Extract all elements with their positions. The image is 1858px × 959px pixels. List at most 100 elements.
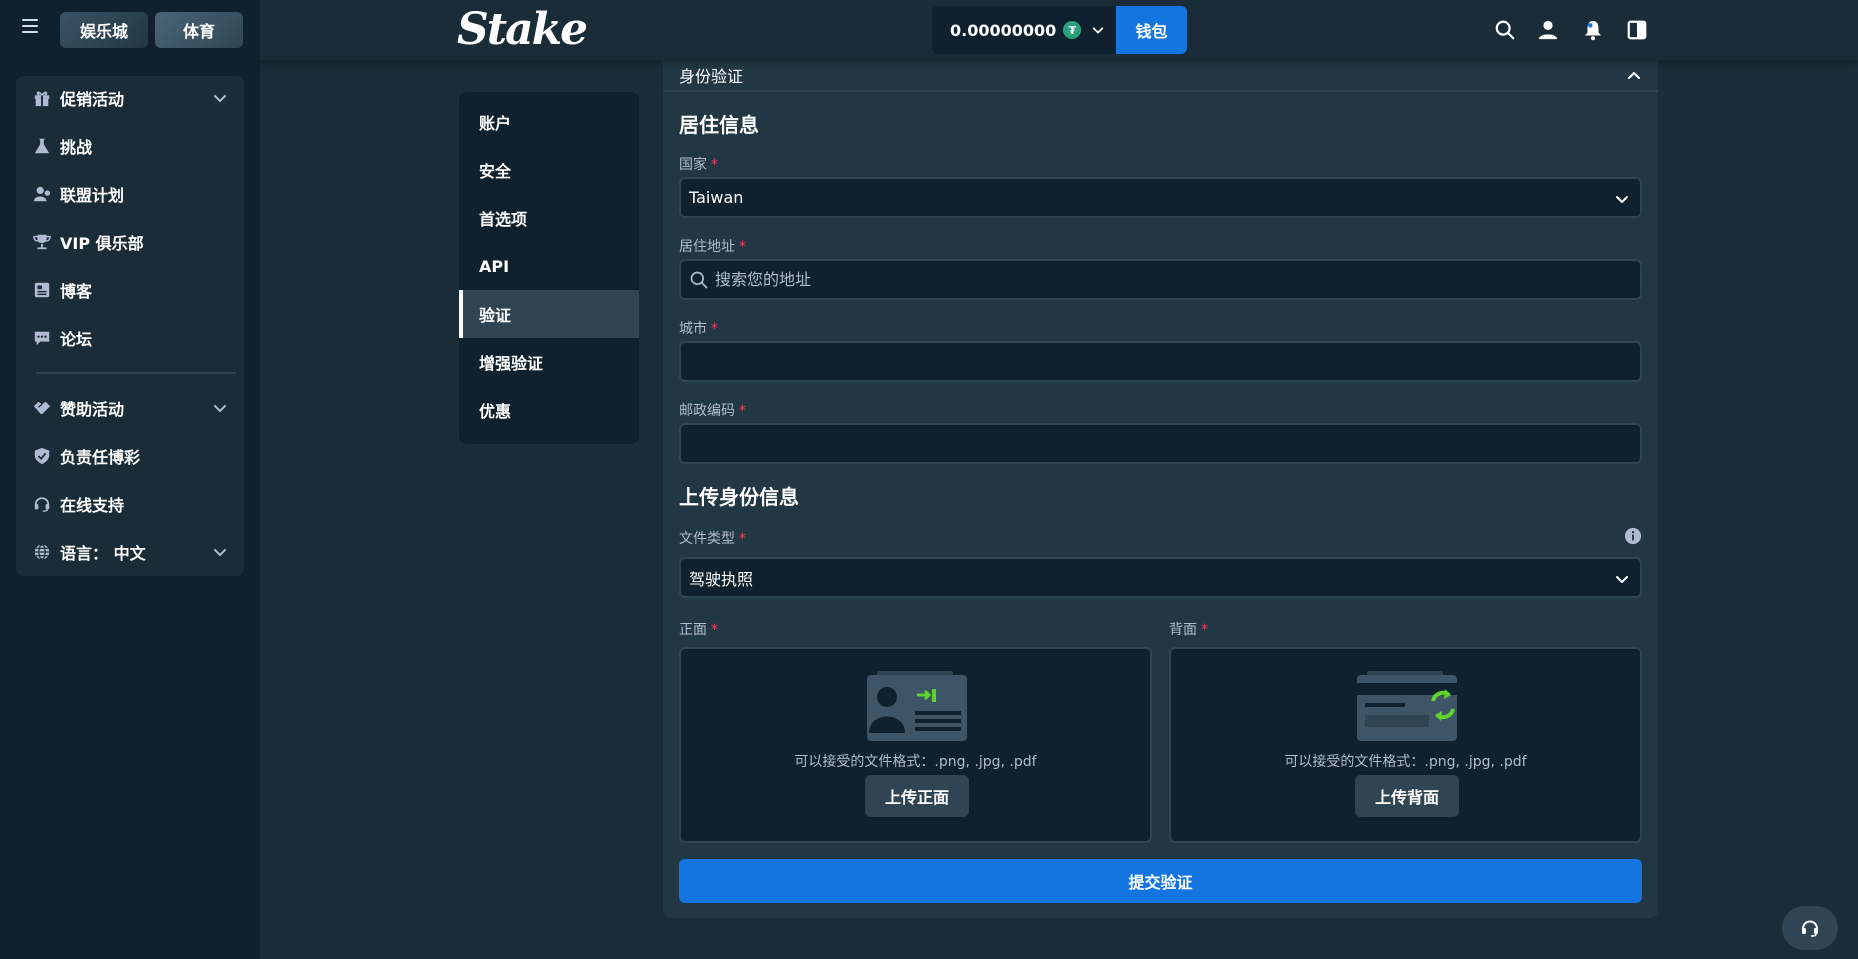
upload-front-button[interactable]: 上传正面 — [865, 775, 969, 817]
chevron-down-icon — [214, 405, 226, 413]
sidebar-menu: 促销活动 挑战 联盟计划 VIP 俱乐部 博客 论坛 赞助活动 负责任博彩 在线… — [16, 76, 244, 576]
upload-section-title: 上传身份信息 — [679, 485, 799, 509]
trophy-icon — [32, 232, 52, 252]
residence-section-title: 居住信息 — [679, 113, 759, 137]
sidebar-item-forum[interactable]: 论坛 — [16, 318, 244, 358]
stake-logo[interactable]: Stake — [457, 4, 588, 55]
headset-icon — [1802, 920, 1818, 937]
postal-code-input[interactable] — [689, 434, 1640, 453]
city-input[interactable] — [689, 352, 1640, 371]
gift-icon — [32, 88, 52, 108]
top-bar: Stake 0.00000000 ₮ 钱包 — [0, 0, 1858, 60]
blog-icon — [32, 280, 52, 300]
required-mark: * — [739, 239, 746, 255]
handshake-icon — [32, 398, 52, 418]
address-label-text: 居住地址 — [679, 239, 735, 255]
sidebar-item-label: 博客 — [60, 282, 93, 301]
left-sidebar: 娱乐城 体育 促销活动 挑战 联盟计划 VIP 俱乐部 博客 论坛 赞助活动 负… — [0, 0, 260, 959]
globe-icon — [32, 542, 52, 562]
settings-nav-preferences[interactable]: 首选项 — [459, 194, 639, 242]
front-upload-dropzone[interactable]: 可以接受的文件格式：.png, .jpg, .pdf 上传正面 — [679, 647, 1152, 843]
user-icon[interactable] — [1537, 19, 1559, 41]
casino-tab[interactable]: 娱乐城 — [60, 12, 148, 48]
back-upload-dropzone[interactable]: 可以接受的文件格式：.png, .jpg, .pdf 上传背面 — [1169, 647, 1642, 843]
chevron-down-icon — [1093, 27, 1104, 34]
settings-nav-offers[interactable]: 优惠 — [459, 386, 639, 434]
chevron-up-icon[interactable] — [1626, 68, 1642, 84]
menu-icon[interactable] — [22, 19, 38, 35]
id-card-front-icon — [867, 671, 967, 741]
wallet-button[interactable]: 钱包 — [1116, 6, 1187, 54]
sidebar-item-label: 促销活动 — [60, 90, 125, 109]
sidebar-item-label: 论坛 — [60, 330, 93, 349]
upload-back-button[interactable]: 上传背面 — [1355, 775, 1459, 817]
document-type-select[interactable]: 驾驶执照 — [679, 557, 1642, 598]
sidebar-divider — [36, 372, 236, 374]
chat-icon — [32, 328, 52, 348]
chevron-down-icon — [1616, 576, 1628, 583]
sidebar-item-live-support[interactable]: 在线支持 — [16, 484, 244, 524]
sidebar-item-language[interactable]: 语言： 中文 — [16, 532, 244, 572]
postal-code-field[interactable] — [679, 423, 1642, 464]
address-search-input[interactable] — [715, 270, 1640, 289]
back-label-text: 背面 — [1169, 622, 1197, 638]
city-label-text: 城市 — [679, 321, 707, 337]
live-support-button[interactable] — [1782, 906, 1838, 950]
sidebar-item-label: 赞助活动 — [60, 400, 125, 419]
sports-tab[interactable]: 体育 — [155, 12, 243, 48]
address-label: 居住地址 * — [679, 236, 746, 256]
tether-icon: ₮ — [1063, 21, 1082, 39]
sidebar-item-label: VIP 俱乐部 — [60, 234, 144, 253]
settings-nav-enhanced-verification[interactable]: 增强验证 — [459, 338, 639, 386]
sidebar-item-sponsorships[interactable]: 赞助活动 — [16, 388, 244, 428]
sidebar-item-label: 挑战 — [60, 138, 93, 157]
panel-header-title: 身份验证 — [679, 67, 744, 86]
balance-selector[interactable]: 0.00000000 ₮ — [932, 6, 1116, 54]
headset-icon — [32, 494, 52, 514]
sidebar-item-responsible-gambling[interactable]: 负责任博彩 — [16, 436, 244, 476]
chevron-down-icon — [214, 549, 226, 557]
settings-nav-account[interactable]: 账户 — [459, 98, 639, 146]
required-mark: * — [711, 321, 718, 337]
document-type-label-text: 文件类型 — [679, 531, 735, 547]
sidebar-item-label: 语言： 中文 — [60, 544, 146, 563]
required-mark: * — [739, 403, 746, 419]
sidebar-item-challenges[interactable]: 挑战 — [16, 126, 244, 166]
sidebar-toggle-icon[interactable] — [1626, 19, 1648, 41]
city-field[interactable] — [679, 341, 1642, 382]
required-mark: * — [711, 157, 718, 173]
front-label: 正面 * — [679, 619, 718, 639]
postal-code-label-text: 邮政编码 — [679, 403, 735, 419]
document-type-label: 文件类型 * — [679, 528, 746, 548]
sidebar-item-label: 负责任博彩 — [60, 448, 141, 467]
chevron-down-icon — [1616, 196, 1628, 203]
panel-header[interactable]: 身份验证 — [663, 60, 1658, 92]
required-mark: * — [1201, 622, 1208, 638]
sidebar-item-label: 联盟计划 — [60, 186, 125, 205]
sidebar-item-blog[interactable]: 博客 — [16, 270, 244, 310]
balance-amount: 0.00000000 — [950, 20, 1057, 40]
notification-bell-icon[interactable] — [1582, 19, 1604, 41]
country-label: 国家 * — [679, 154, 718, 174]
settings-nav-security[interactable]: 安全 — [459, 146, 639, 194]
settings-nav-verification[interactable]: 验证 — [459, 290, 639, 338]
required-mark: * — [711, 622, 718, 638]
verification-panel: 身份验证 居住信息 国家* Taiwan 居住地址* 城市* 邮政编码* 上传身… — [663, 60, 1658, 918]
document-type-value: 驾驶执照 — [689, 569, 754, 589]
flask-icon — [32, 136, 52, 156]
country-select[interactable]: Taiwan — [679, 177, 1642, 218]
country-label-text: 国家 — [679, 157, 707, 173]
sidebar-item-promotions[interactable]: 促销活动 — [16, 78, 244, 118]
settings-nav-api[interactable]: API — [459, 242, 639, 290]
sidebar-item-vip[interactable]: VIP 俱乐部 — [16, 222, 244, 262]
back-accepted-formats: 可以接受的文件格式：.png, .jpg, .pdf — [1284, 754, 1527, 770]
country-value: Taiwan — [689, 188, 744, 207]
info-icon[interactable] — [1624, 527, 1642, 545]
address-search-field[interactable] — [679, 259, 1642, 300]
search-icon[interactable] — [1494, 19, 1516, 41]
search-icon — [690, 271, 708, 288]
city-label: 城市 * — [679, 318, 718, 338]
submit-verification-button[interactable]: 提交验证 — [679, 859, 1642, 903]
front-label-text: 正面 — [679, 622, 707, 638]
sidebar-item-affiliate[interactable]: 联盟计划 — [16, 174, 244, 214]
